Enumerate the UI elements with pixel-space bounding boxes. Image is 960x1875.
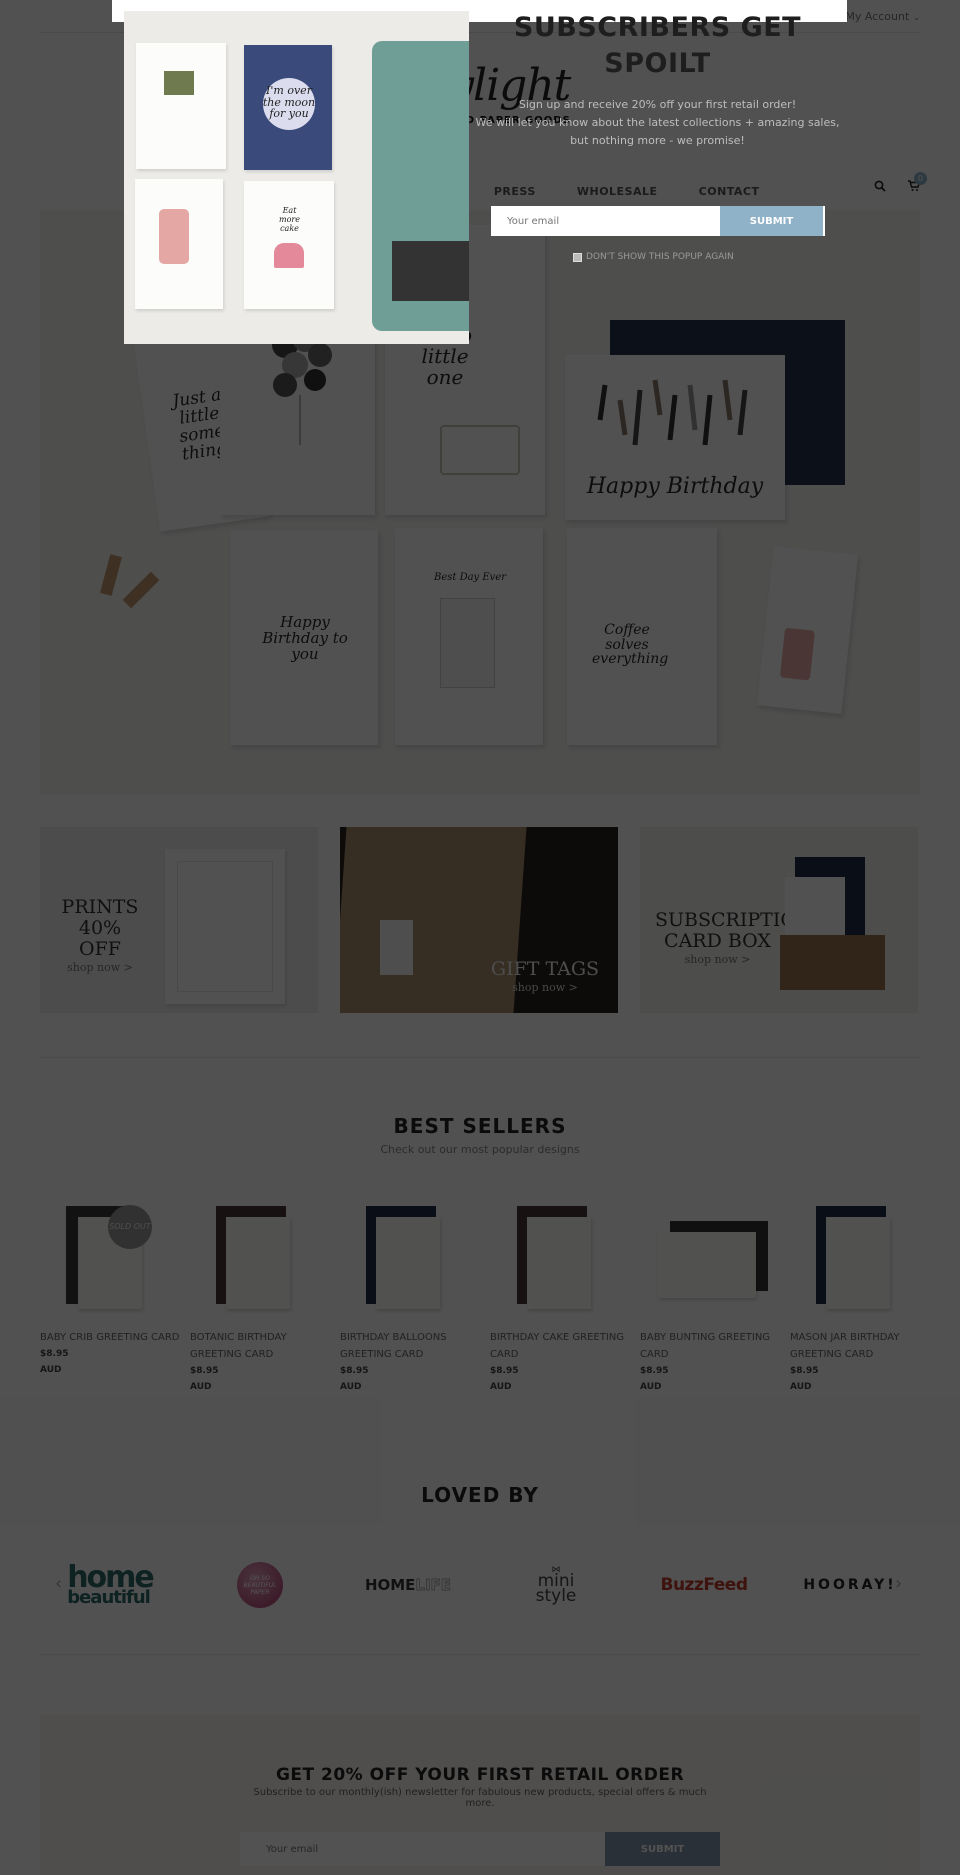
dont-show-again-option[interactable]: DON'T SHOW THIS POPUP AGAIN [573,252,734,262]
jar-illustration [159,209,189,264]
popup-card-adventure [136,43,226,169]
moon-card-text: I'm over the moon for you [262,84,316,121]
dont-show-again-label: DON'T SHOW THIS POPUP AGAIN [586,252,734,262]
popup-image: I'm over the moon for you Eat more cake [124,11,469,344]
cake-card-text: Eat more cake [279,206,300,233]
popup-card-cake: Eat more cake [244,181,334,309]
popup-title: SUBSCRIBERS GET SPOILT [513,12,802,79]
cupcake-illustration [274,243,304,268]
popup-text-line: We will let you know about the latest co… [475,116,840,129]
dont-show-again-checkbox[interactable] [573,252,582,262]
popup-card-moon: I'm over the moon for you [244,45,332,170]
popup-submit-button[interactable]: SUBMIT [720,206,825,236]
typewriter-keys [392,241,469,301]
backpack-illustration [164,71,194,95]
popup-content: SUBSCRIBERS GET SPOILT Sign up and recei… [470,10,845,150]
popup-text-line: Sign up and receive 20% off your first r… [518,98,797,111]
popup-description: Sign up and receive 20% off your first r… [470,96,845,150]
typewriter-illustration [372,41,469,331]
popup-email-input[interactable] [491,206,720,236]
popup-form: SUBMIT [491,206,825,236]
popup-text-line: but nothing more - we promise! [570,134,745,147]
popup-card-jar [135,179,223,309]
